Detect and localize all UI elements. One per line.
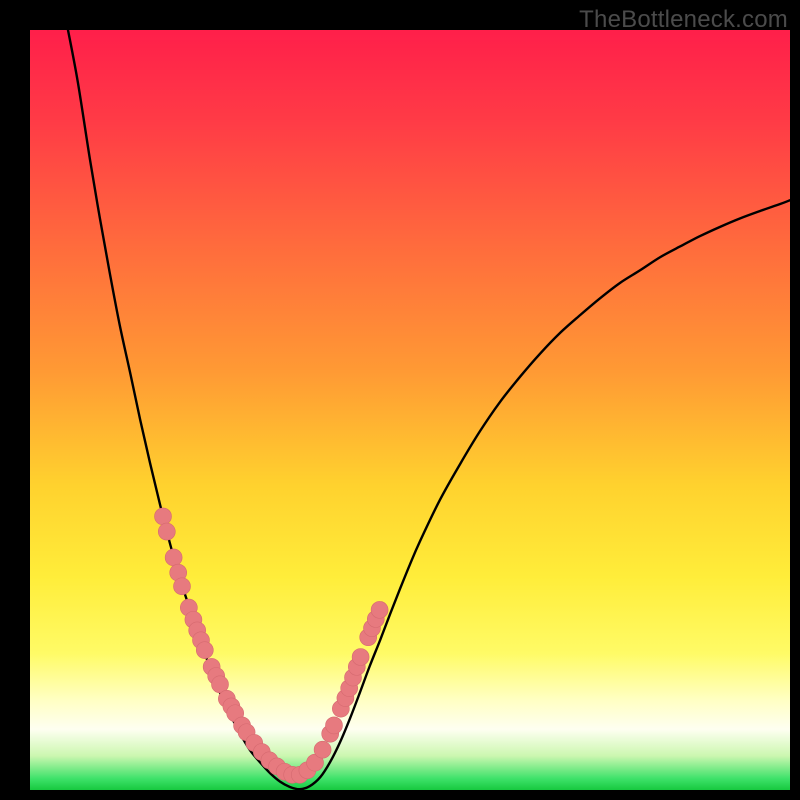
bead-marker: [352, 649, 369, 666]
bottleneck-curve: [68, 30, 790, 789]
watermark-label: TheBottleneck.com: [579, 6, 788, 34]
bead-marker: [158, 523, 175, 540]
bead-marker: [196, 642, 213, 659]
bead-marker: [165, 549, 182, 566]
bead-marker: [326, 717, 343, 734]
bead-marker: [174, 578, 191, 595]
bead-marker: [314, 741, 331, 758]
bead-marker: [371, 601, 388, 618]
chart-frame: TheBottleneck.com: [0, 0, 800, 800]
bead-markers: [155, 508, 389, 783]
curve-layer: [30, 30, 790, 790]
bead-marker: [155, 508, 172, 525]
plot-area: [30, 30, 790, 790]
